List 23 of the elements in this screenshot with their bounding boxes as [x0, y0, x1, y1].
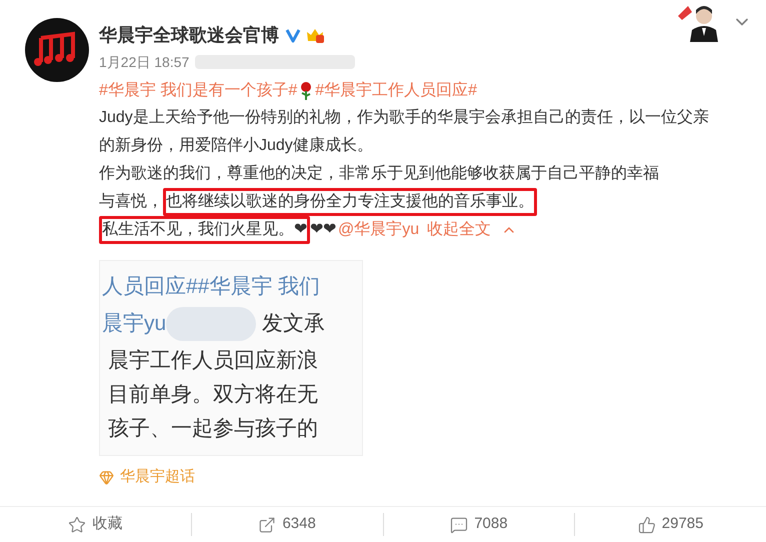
highlighted-text: 私生活不见，我们火星见。❤: [99, 216, 310, 244]
image-text: 晨宇yu: [102, 311, 166, 337]
image-text: 发文承: [262, 311, 326, 337]
image-text: 孩子、一起参与孩子的: [108, 416, 318, 442]
post-text: 与喜悦，: [99, 192, 163, 212]
post-text: Judy是上天给予他一份特别的礼物，作为歌手的华晨宇会承担自己的责任，以一位父亲的新身份，用爱陪伴小Judy健康成长。: [99, 109, 709, 154]
post-text: ❤❤: [310, 220, 336, 240]
like-button[interactable]: 29785: [638, 513, 704, 536]
hashtag-link[interactable]: #华晨宇 我们是有一个孩子#: [99, 78, 298, 104]
image-card[interactable]: 人员回应##华晨宇 我们 晨宇yu 发文承 晨宇工作人员回应新浪 目前单身。双方将在无 孩子、一起参与孩子的: [99, 260, 363, 456]
highlighted-text: 也将继续以歌迷的身份全力专注支援他的音乐事业。: [163, 188, 537, 216]
image-text: 晨宇工作人员回应新浪: [108, 348, 318, 374]
image-text: 目前单身。双方将在无: [108, 382, 318, 408]
comment-button[interactable]: 7088: [450, 513, 508, 536]
image-text: 人员回应##华晨宇 我们: [102, 274, 320, 300]
favorite-button[interactable]: 收藏: [68, 513, 122, 536]
author-name[interactable]: 华晨宇全球歌迷会官博: [99, 22, 279, 48]
text-link[interactable]: @华晨宇yu: [338, 221, 420, 238]
post-time[interactable]: 1月22日 18:57: [99, 52, 190, 72]
post-text: 作为歌迷的我们，尊重他的决定，非常乐于见到他能够收获属于自己平静的幸福: [99, 164, 659, 184]
repost-button[interactable]: 6348: [258, 513, 316, 536]
text-link[interactable]: 收起全文: [427, 221, 492, 238]
hashtag-link[interactable]: #华晨宇工作人员回应#: [315, 78, 478, 104]
